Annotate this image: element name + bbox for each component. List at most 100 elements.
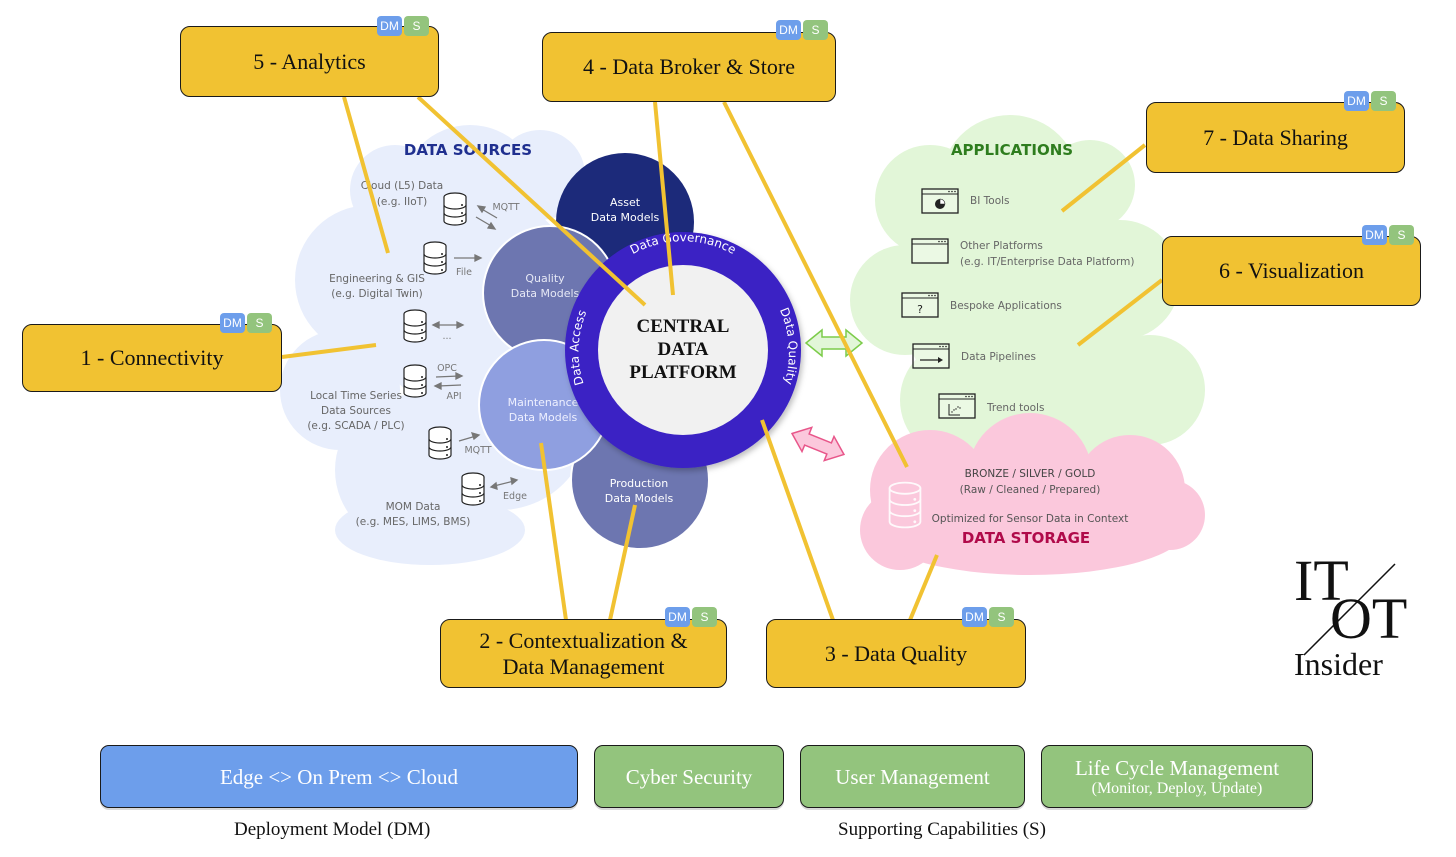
- dm-tag: DM: [962, 607, 987, 627]
- database-icon: [403, 309, 427, 343]
- dm-tag: DM: [377, 16, 402, 36]
- logo-insider: Insider: [1294, 646, 1383, 682]
- callout-contextualization-line2: Data Management: [502, 653, 665, 679]
- app-sub-other-platforms: (e.g. IT/Enterprise Data Platform): [960, 256, 1134, 268]
- callout-data-quality-label: 3 - Data Quality: [824, 640, 968, 666]
- protocol-opc: OPC: [437, 363, 457, 374]
- s-tag: S: [692, 607, 717, 627]
- protocol-other: ...: [442, 331, 451, 342]
- app-label-trend-tools: Trend tools: [986, 402, 1044, 414]
- applications-title: APPLICATIONS: [951, 141, 1073, 159]
- callout-data-quality[interactable]: 3 - Data Quality: [766, 619, 1026, 688]
- source-eng-label1: Engineering & GIS: [329, 273, 425, 285]
- user-management-label: User Management: [835, 764, 990, 789]
- app-label-other-platforms: Other Platforms: [960, 240, 1043, 252]
- s-tag: S: [404, 16, 429, 36]
- callout-analytics-label: 5 - Analytics: [253, 48, 366, 74]
- contextualization-tags: DM S: [665, 607, 717, 627]
- dm-tag: DM: [1344, 91, 1369, 111]
- data-sharing-tags: DM S: [1344, 91, 1396, 111]
- center-title-line3: PLATFORM: [629, 362, 736, 383]
- connectivity-tags: DM S: [220, 313, 272, 333]
- callout-data-sharing[interactable]: 7 - Data Sharing: [1146, 102, 1405, 173]
- asset-models-line1: Asset: [610, 196, 641, 209]
- visualization-tags: DM S: [1362, 225, 1414, 245]
- callout-visualization[interactable]: 6 - Visualization: [1162, 236, 1421, 306]
- dm-tag: DM: [665, 607, 690, 627]
- storage-tiers: BRONZE / SILVER / GOLD: [965, 468, 1096, 480]
- source-lts-label2: Data Sources: [321, 405, 391, 417]
- source-cloud-label1: Cloud (L5) Data: [361, 180, 443, 192]
- source-eng-label2: (e.g. Digital Twin): [331, 288, 423, 300]
- data-storage-title: DATA STORAGE: [962, 529, 1090, 547]
- data-quality-tags: DM S: [962, 607, 1014, 627]
- life-cycle-management-box[interactable]: Life Cycle Management (Monitor, Deploy, …: [1041, 745, 1313, 808]
- source-lts-label1: Local Time Series: [310, 390, 402, 402]
- arrow-window-icon: [912, 343, 950, 369]
- life-cycle-management-label: Life Cycle Management: [1074, 755, 1280, 780]
- question-window-icon: ?: [901, 292, 939, 318]
- callout-contextualization[interactable]: 2 - Contextualization & Data Management: [440, 619, 727, 688]
- scatter-window-icon: [938, 393, 976, 419]
- source-mom-label2: (e.g. MES, LIMS, BMS): [356, 516, 471, 528]
- callout-connectivity[interactable]: 1 - Connectivity: [22, 324, 282, 392]
- protocol-api: API: [446, 391, 461, 402]
- s-tag: S: [803, 20, 828, 40]
- user-management-box[interactable]: User Management: [800, 745, 1025, 808]
- window-icon: [911, 238, 949, 264]
- source-lts-label3: (e.g. SCADA / PLC): [307, 420, 404, 432]
- apps-double-arrow-icon: [804, 328, 864, 358]
- cyber-security-box[interactable]: Cyber Security: [594, 745, 784, 808]
- app-label-bi-tools: BI Tools: [970, 195, 1010, 207]
- callout-data-broker-label: 4 - Data Broker & Store: [583, 54, 795, 79]
- dm-tag: DM: [1362, 225, 1387, 245]
- callout-contextualization-line1: 2 - Contextualization &: [479, 627, 688, 653]
- callout-visualization-label: 6 - Visualization: [1219, 258, 1364, 283]
- protocol-mqtt-local: MQTT: [464, 445, 491, 456]
- database-icon: [403, 364, 427, 398]
- pie-chart-window-icon: [921, 188, 959, 214]
- quality-models-line1: Quality: [525, 272, 565, 285]
- analytics-tags: DM S: [377, 16, 429, 36]
- maintenance-models-line1: Maintenance: [508, 396, 579, 409]
- protocol-edge: Edge: [503, 491, 527, 502]
- life-cycle-management-sub: (Monitor, Deploy, Update): [1091, 779, 1263, 797]
- database-icon: [443, 192, 467, 226]
- center-title-line1: CENTRAL: [637, 316, 730, 337]
- supporting-capabilities-caption: Supporting Capabilities (S): [838, 819, 1046, 840]
- s-tag: S: [1389, 225, 1414, 245]
- s-tag: S: [247, 313, 272, 333]
- deployment-model-label: Edge <> On Prem <> Cloud: [219, 764, 459, 789]
- s-tag: S: [1371, 91, 1396, 111]
- architecture-diagram: Asset Data Models Quality Data Models Ma…: [0, 0, 1456, 852]
- callout-data-sharing-label: 7 - Data Sharing: [1203, 124, 1348, 150]
- database-icon: [423, 241, 447, 275]
- database-icon: [461, 472, 485, 506]
- dm-tag: DM: [776, 20, 801, 40]
- database-icon: [428, 426, 452, 460]
- callout-data-broker[interactable]: 4 - Data Broker & Store: [542, 32, 836, 102]
- storage-optimized: Optimized for Sensor Data in Context: [932, 513, 1129, 525]
- logo-slash: [1303, 563, 1396, 656]
- deployment-model-box[interactable]: Edge <> On Prem <> Cloud: [100, 745, 578, 808]
- center-title-line2: DATA: [657, 339, 708, 360]
- cyber-security-label: Cyber Security: [625, 764, 753, 789]
- app-label-bespoke: Bespoke Applications: [950, 300, 1062, 312]
- app-label-pipelines: Data Pipelines: [961, 351, 1036, 363]
- source-mom-label1: MOM Data: [386, 501, 441, 513]
- question-mark-glyph: ?: [917, 303, 923, 316]
- callout-connectivity-label: 1 - Connectivity: [80, 345, 224, 370]
- dm-tag: DM: [220, 313, 245, 333]
- deployment-model-caption: Deployment Model (DM): [234, 819, 431, 840]
- quality-models-line2: Data Models: [511, 287, 580, 300]
- production-models-line1: Production: [610, 477, 669, 490]
- data-broker-tags: DM S: [776, 20, 828, 40]
- callout-analytics[interactable]: 5 - Analytics: [180, 26, 439, 97]
- asset-models-line2: Data Models: [591, 211, 660, 224]
- protocol-file: File: [456, 267, 472, 278]
- s-tag: S: [989, 607, 1014, 627]
- maintenance-models-line2: Data Models: [509, 411, 578, 424]
- storage-double-arrow-icon: [790, 426, 846, 462]
- storage-tiers-desc: (Raw / Cleaned / Prepared): [960, 484, 1101, 496]
- source-cloud-label2: (e.g. IIoT): [377, 196, 427, 208]
